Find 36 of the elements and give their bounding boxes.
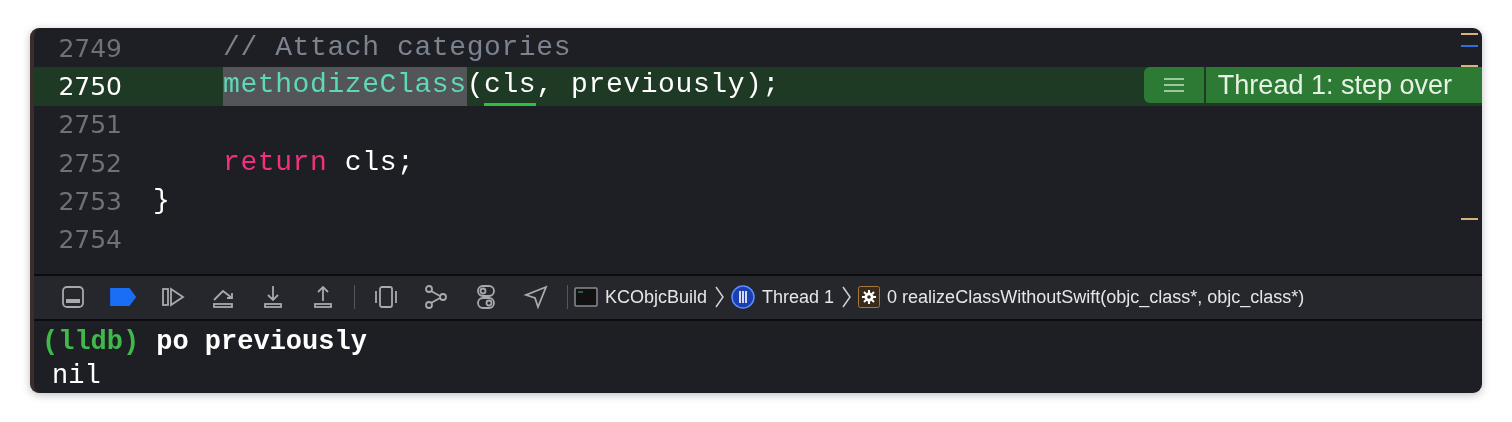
- code-keyword: return: [223, 146, 328, 181]
- menu-button[interactable]: [1143, 67, 1204, 104]
- console-output: nil: [52, 360, 101, 393]
- code-token: methodizeClass: [223, 66, 467, 106]
- graph-icon: [423, 284, 449, 311]
- console-command: po previously: [156, 326, 367, 359]
- chevron-icon: [713, 285, 726, 310]
- code-token: }: [153, 184, 171, 219]
- chevron-icon: [840, 285, 853, 310]
- breadcrumb-item[interactable]: Thread 1: [762, 286, 835, 308]
- breadcrumb-item[interactable]: KCObjcBuild: [605, 286, 708, 308]
- terminal-icon: [574, 287, 598, 308]
- code-comment: // Attach categories: [223, 31, 572, 66]
- panel-icon: [60, 284, 86, 311]
- line-number: 2752: [57, 148, 122, 178]
- line-number: 2754: [57, 225, 122, 255]
- menu-icon: [1162, 78, 1185, 93]
- gear-icon: [858, 286, 881, 309]
- debug-annotation: Thread 1: step over: [1205, 67, 1482, 104]
- line-number: 2750: [57, 71, 122, 101]
- scroll-marker: [1461, 45, 1478, 47]
- code-token: cls: [484, 66, 537, 106]
- code-token: , previously);: [536, 67, 780, 102]
- line-number: 2749: [57, 33, 122, 63]
- scroll-marker: [1461, 65, 1478, 67]
- scroll-marker: [1461, 218, 1478, 220]
- layers-icon: [373, 284, 399, 311]
- line-number: 2753: [57, 186, 122, 216]
- console-prompt: (lldb): [42, 326, 140, 359]
- location-arrow-icon: [523, 284, 549, 311]
- scroll-marker: [1461, 33, 1478, 35]
- breadcrumb-item[interactable]: 0 realizeClassWithoutSwift(objc_class*, objc_class*): [887, 286, 1305, 308]
- code-token: cls;: [343, 146, 415, 181]
- line-number: 2751: [57, 110, 122, 140]
- thread-icon: [731, 285, 756, 310]
- code-token: (: [466, 67, 485, 102]
